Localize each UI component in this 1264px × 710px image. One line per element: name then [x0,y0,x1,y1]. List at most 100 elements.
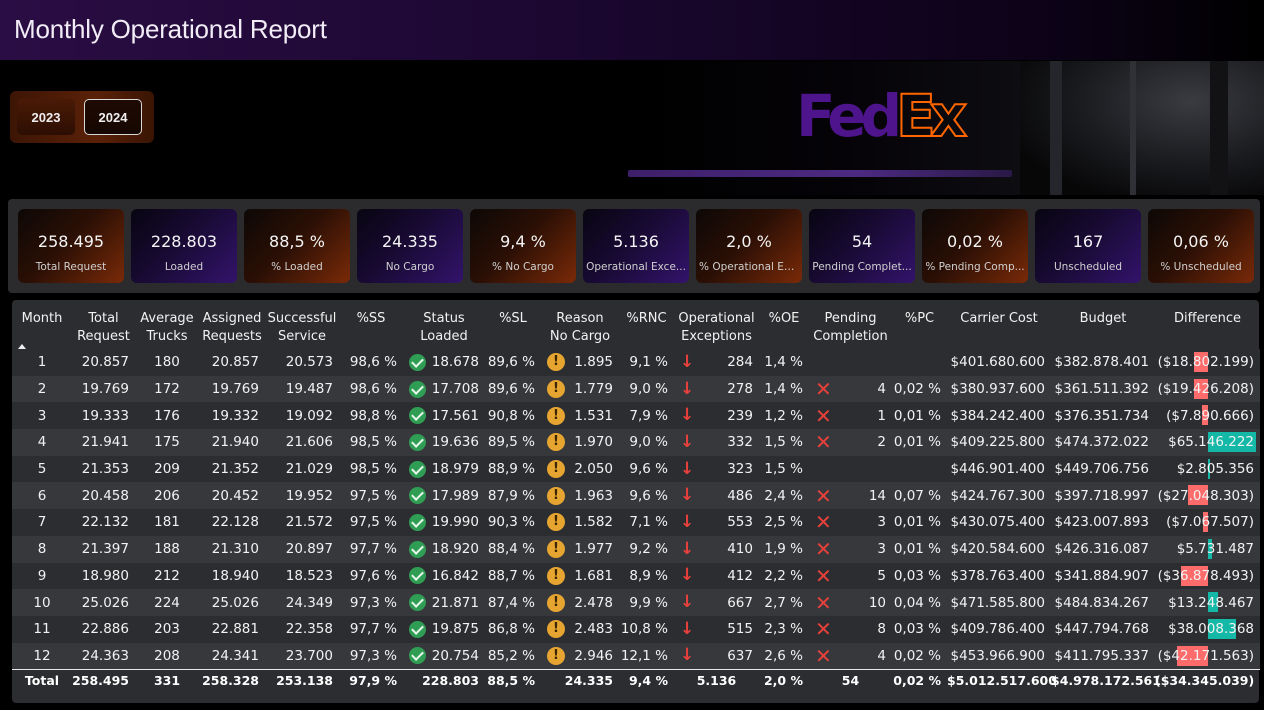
column-header-line: Successful [267,311,337,326]
pending-value: 14 [868,487,886,504]
cell-pct-pc [892,349,947,376]
cell-assigned-requests: 20.857 [199,349,265,376]
column-header[interactable]: %RNC [619,300,674,349]
kpi-value: 9,4 % [500,232,546,251]
pending-value: 8 [877,621,886,638]
table-row[interactable]: 5 21.353 209 21.352 21.029 98,5 % 18.979… [12,455,1260,483]
cell-pct-rnc: 10,8 % [619,615,674,643]
cell-pending [809,349,892,376]
warning-circle-icon: ! [547,380,565,399]
kpi-card: 2,0 % % Operational Exce... [696,209,802,283]
status-loaded-value: 17.989 [431,487,479,504]
cell-pct-rnc: 9,6 % [619,482,674,510]
op-exceptions-value: 278 [727,381,753,398]
cell-status-loaded: 17.708 [403,375,485,403]
fedex-logo: FedEx [796,86,968,146]
column-header[interactable]: Pending Completion [809,300,892,349]
column-header[interactable]: Assigned Requests [199,300,265,349]
table-row[interactable]: 8 21.397 188 21.310 20.897 97,7 % 18.920… [12,535,1260,563]
cell-average-trucks: 180 [135,349,199,376]
warning-circle-icon: ! [547,540,565,559]
cell-month: 10 [12,589,72,616]
table-row[interactable]: 9 18.980 212 18.940 18.523 97,6 % 16.842… [12,562,1260,590]
check-circle-icon [409,433,426,451]
arrow-down-icon: ↓ [680,378,695,399]
table-row[interactable]: 2 19.769 172 19.769 19.487 98,6 % 17.708… [12,375,1260,403]
status-loaded-value: 18.979 [431,461,479,478]
column-header[interactable]: Budget [1051,300,1155,349]
cell-average-trucks: 212 [135,562,199,590]
warning-circle-icon: ! [547,593,565,612]
sort-ascending-icon[interactable] [18,344,26,349]
cell-budget: $426.316.087 [1051,535,1155,563]
column-header[interactable]: Month [12,300,72,349]
cell-assigned-requests: 21.310 [199,535,265,563]
cell-pct-rnc: 9,6 % [619,455,674,483]
cross-icon: ✕ [815,510,832,535]
cell-pct-ss: 98,5 % [339,429,403,456]
difference-value: $13.248.467 [1168,594,1254,611]
cell-total-request: 21.941 [72,429,135,456]
column-header[interactable]: Reason No Cargo [541,300,619,349]
header-banner-image: FedEx [620,61,1264,195]
column-header[interactable]: Average Trucks [135,300,199,349]
column-header[interactable]: Difference [1155,300,1260,349]
pillar-shape [1050,61,1062,195]
check-circle-icon [409,380,426,398]
status-loaded-value: 20.754 [431,647,479,664]
column-header[interactable]: Operational Exceptions [674,300,759,349]
table-row[interactable]: 1 20.857 180 20.857 20.573 98,6 % 18.678… [12,349,1260,376]
cell-pct-ss: 97,5 % [339,509,403,536]
no-cargo-value: 1.779 [574,381,613,398]
cell-difference: ($7.067.507) [1155,509,1260,536]
cell-pct-pc: 0,03 % [892,562,947,590]
total-pct-pc: 0,02 % [892,668,947,692]
op-exceptions-value: 667 [727,594,753,611]
table-row[interactable]: 11 22.886 203 22.881 22.358 97,7 % 19.87… [12,615,1260,643]
column-header[interactable]: %SS [339,300,403,349]
cell-pending: ✕ 2 [809,429,892,456]
cell-no-cargo: ! 1.681 [541,562,619,590]
op-exceptions-value: 239 [727,407,753,424]
cell-carrier-cost: $424.767.300 [947,482,1051,510]
pending-value: 3 [877,541,886,558]
pending-value: 2 [877,434,886,451]
cell-pct-pc: 0,07 % [892,482,947,510]
column-header-line: Loaded [420,329,468,344]
column-header[interactable]: Status Loaded [403,300,485,349]
table-row[interactable]: 7 22.132 181 22.128 21.572 97,5 % 19.990… [12,509,1260,536]
table-row[interactable]: 10 25.026 224 25.026 24.349 97,3 % 21.87… [12,589,1260,616]
cell-pct-sl: 89,6 % [485,349,541,376]
column-header[interactable]: %SL [485,300,541,349]
table-row[interactable]: 3 19.333 176 19.332 19.092 98,8 % 17.561… [12,402,1260,430]
kpi-label: Unscheduled [1053,261,1123,273]
accent-glow-bar [628,170,1012,177]
column-header[interactable]: %PC [892,300,947,349]
column-header-line: Total [88,311,119,326]
cell-pct-sl: 89,5 % [485,429,541,456]
cell-difference: ($42.171.563) [1155,642,1260,670]
cell-total-request: 19.769 [72,375,135,403]
cell-month: 11 [12,615,72,643]
year-button-2024[interactable]: 2024 [84,99,142,135]
column-header-line: Status [423,311,465,326]
table-row[interactable]: 6 20.458 206 20.452 19.952 97,5 % 17.989… [12,482,1260,510]
arrow-down-icon: ↓ [680,458,695,479]
kpi-value: 54 [851,232,873,251]
column-header[interactable]: Total Request [72,300,135,349]
table-row[interactable]: 4 21.941 175 21.940 21.606 98,5 % 19.636… [12,429,1260,456]
table-row[interactable]: 12 24.363 208 24.341 23.700 97,3 % 20.75… [12,642,1260,670]
pillar-shape [1210,61,1228,195]
column-header-line: %OE [768,311,800,326]
total-budget: $4.978.172.561 [1051,668,1161,692]
cell-budget: $423.007.893 [1051,509,1155,536]
column-header[interactable]: Successful Service [265,300,339,349]
column-header[interactable]: %OE [759,300,809,349]
cell-pct-oe: 1,5 % [759,455,809,483]
year-button-2023[interactable]: 2023 [17,99,75,135]
no-cargo-value: 2.050 [574,461,613,478]
cell-pct-ss: 98,5 % [339,455,403,483]
column-header-line: Requests [202,329,262,344]
arrow-down-icon: ↓ [680,645,695,666]
column-header[interactable]: Carrier Cost [947,300,1051,349]
